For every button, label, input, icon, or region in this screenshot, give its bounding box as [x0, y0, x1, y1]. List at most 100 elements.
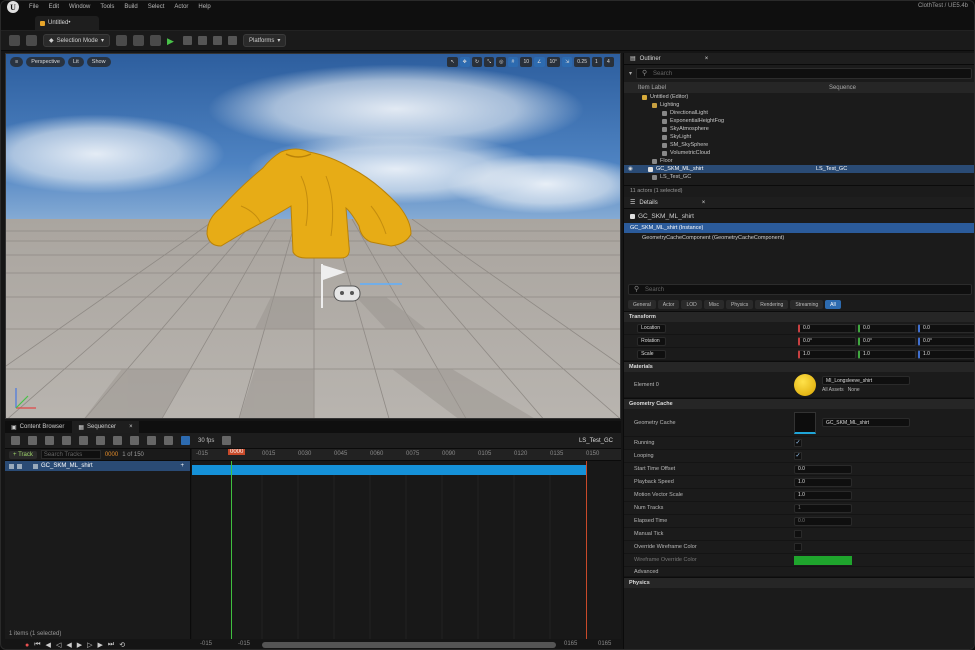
- manual-tick-checkbox[interactable]: [794, 530, 802, 538]
- tree-row[interactable]: Untitled (Editor): [624, 93, 974, 101]
- viewport-menu-button[interactable]: ≡: [10, 57, 24, 67]
- curve-editor-icon[interactable]: [222, 436, 232, 445]
- location-z-field[interactable]: 0.0: [918, 323, 974, 333]
- tab-misc[interactable]: Misc: [703, 300, 725, 309]
- level-tab[interactable]: Untitled•: [35, 16, 99, 30]
- tab-rendering[interactable]: Rendering: [755, 300, 789, 309]
- none-button[interactable]: None: [848, 387, 860, 393]
- details-search-input[interactable]: Search: [628, 284, 972, 295]
- tab-actor[interactable]: Actor: [657, 300, 680, 309]
- col-sequence[interactable]: Sequence: [829, 85, 856, 91]
- save-icon[interactable]: [28, 436, 37, 445]
- add-actor-icon[interactable]: [116, 35, 127, 46]
- current-frame[interactable]: 0000: [105, 452, 118, 458]
- rotation-y-field[interactable]: 0.0°: [858, 336, 916, 346]
- start-marker[interactable]: [231, 461, 232, 641]
- location-x-field[interactable]: 0.0: [798, 323, 856, 333]
- tree-row[interactable]: ExponentialHeightFog: [624, 117, 974, 125]
- geometry-cache-section[interactable]: Geometry Cache: [624, 398, 974, 409]
- tab-sequencer[interactable]: ▦ Sequencer ×: [72, 421, 139, 433]
- rotation-snap-value[interactable]: 10°: [546, 57, 561, 67]
- menu-select[interactable]: Select: [148, 4, 165, 10]
- menu-edit[interactable]: Edit: [49, 4, 59, 10]
- selection-mode-button[interactable]: ◆ Selection Mode ▾: [43, 34, 110, 47]
- translate-tool-icon[interactable]: ✥: [459, 57, 470, 67]
- curve-icon[interactable]: [147, 436, 156, 445]
- details-tab[interactable]: ☰ Details ×: [624, 197, 974, 209]
- jump-start-icon[interactable]: ⏮: [34, 641, 40, 649]
- start-time-field[interactable]: 0.0: [794, 464, 852, 474]
- platforms-button[interactable]: Platforms ▾: [243, 34, 287, 47]
- render-icon[interactable]: [62, 436, 71, 445]
- sequencer-timeline[interactable]: -015 0000 0015 0030 0045 0060 0075 0090 …: [192, 449, 621, 649]
- filter-icon[interactable]: ▾: [629, 70, 632, 77]
- rotation-x-field[interactable]: 0.0°: [798, 336, 856, 346]
- camera-speed-button[interactable]: 1: [592, 57, 602, 67]
- prev-key-icon[interactable]: ◀: [46, 641, 51, 649]
- camera-icon[interactable]: [45, 436, 54, 445]
- tree-row[interactable]: Floor: [624, 157, 974, 165]
- materials-section[interactable]: Materials: [624, 361, 974, 372]
- show-button[interactable]: Show: [86, 57, 111, 67]
- edit-icon[interactable]: [164, 436, 173, 445]
- menu-actor[interactable]: Actor: [174, 4, 188, 10]
- play-icon[interactable]: ▶: [77, 641, 82, 649]
- tree-row-selected[interactable]: ◉ GC_SKM_ML_shirt LS_Test_GC: [624, 165, 974, 173]
- advanced-row[interactable]: Advanced: [624, 567, 974, 577]
- view-options-icon[interactable]: [130, 436, 139, 445]
- tab-general[interactable]: General: [628, 300, 656, 309]
- tree-row[interactable]: LS_Test_GC: [624, 173, 974, 181]
- timeline-scrollbar[interactable]: -015 -015 0165 0165: [192, 639, 621, 649]
- tree-row[interactable]: Lighting: [624, 101, 974, 109]
- scale-tool-icon[interactable]: ⤡: [484, 57, 495, 67]
- transform-section[interactable]: Transform: [624, 311, 974, 322]
- scale-x-field[interactable]: 1.0: [798, 349, 856, 359]
- scroll-thumb[interactable]: [262, 642, 556, 648]
- track-add-icon[interactable]: +: [180, 463, 184, 469]
- end-marker[interactable]: [586, 461, 587, 641]
- scale-snap-button[interactable]: ⇲: [562, 57, 573, 67]
- menu-file[interactable]: File: [29, 4, 39, 10]
- close-icon[interactable]: ×: [129, 424, 133, 430]
- scale-snap-value[interactable]: 0.25: [574, 57, 590, 67]
- track-mute-icon[interactable]: [9, 463, 14, 469]
- next-frame-icon[interactable]: ▷: [87, 641, 92, 649]
- loop-icon[interactable]: ⟲: [119, 641, 125, 649]
- add-track-button[interactable]: + Track: [9, 450, 37, 459]
- location-y-field[interactable]: 0.0: [858, 323, 916, 333]
- component-instance-row[interactable]: GC_SKM_ML_shirt (Instance): [624, 223, 974, 233]
- unreal-logo-icon[interactable]: U: [7, 1, 19, 13]
- rotation-dropdown[interactable]: Rotation: [637, 336, 666, 346]
- world-icon[interactable]: [11, 436, 20, 445]
- snap-magnet-icon[interactable]: [181, 436, 190, 445]
- rotate-tool-icon[interactable]: ↻: [471, 57, 483, 67]
- col-item-label[interactable]: Item Label: [638, 85, 666, 91]
- perspective-button[interactable]: Perspective: [26, 57, 65, 67]
- physics-section[interactable]: Physics: [624, 577, 974, 588]
- lit-button[interactable]: Lit: [67, 57, 84, 67]
- actor-gizmo-icon[interactable]: [318, 262, 408, 312]
- menu-help[interactable]: Help: [198, 4, 210, 10]
- tree-row[interactable]: SkyAtmosphere: [624, 125, 974, 133]
- close-icon[interactable]: ×: [705, 56, 709, 62]
- outliner-tab[interactable]: ▤ Outliner ×: [624, 53, 974, 65]
- track-lock-icon[interactable]: [17, 463, 22, 469]
- material-thumbnail[interactable]: [794, 373, 816, 396]
- tree-row[interactable]: SM_SkySphere: [624, 141, 974, 149]
- visibility-eye-icon[interactable]: ◉: [628, 166, 648, 172]
- scale-z-field[interactable]: 1.0: [918, 349, 974, 359]
- track-section-bar[interactable]: [192, 465, 586, 475]
- component-row[interactable]: GeometryCacheComponent (GeometryCacheCom…: [624, 233, 974, 243]
- search-tracks-input[interactable]: Search Tracks: [40, 450, 101, 459]
- viewport-layout-button[interactable]: 4: [604, 57, 614, 67]
- record-icon[interactable]: ●: [25, 642, 29, 649]
- rotation-z-field[interactable]: 0.0°: [918, 336, 974, 346]
- override-wire-checkbox[interactable]: [794, 543, 802, 551]
- all-assets-button[interactable]: All Assets: [822, 387, 844, 393]
- eject-icon[interactable]: [213, 36, 222, 45]
- tab-all[interactable]: All: [825, 300, 841, 309]
- tab-physics[interactable]: Physics: [726, 300, 754, 309]
- menu-tools[interactable]: Tools: [100, 4, 114, 10]
- cinematics-icon[interactable]: [150, 35, 161, 46]
- world-local-icon[interactable]: ◎: [496, 57, 507, 67]
